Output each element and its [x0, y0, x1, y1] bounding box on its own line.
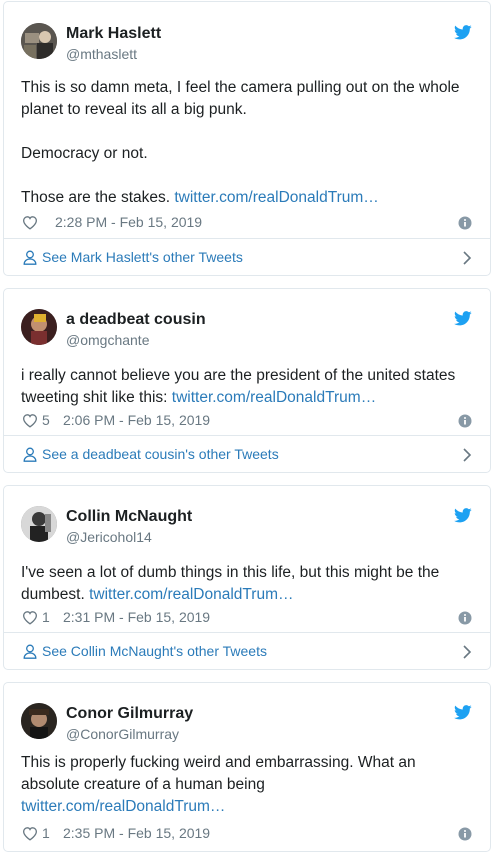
info-icon[interactable]	[458, 827, 472, 841]
like-count: 1	[42, 825, 50, 841]
chevron-right-icon[interactable]	[462, 644, 472, 660]
tweet-card: a deadbeat cousin @omgchante i really ca…	[3, 288, 491, 473]
tweet[interactable]: a deadbeat cousin @omgchante i really ca…	[4, 289, 490, 433]
avatar[interactable]	[21, 506, 57, 542]
tweet-text: I've seen a lot of dumb things in this l…	[21, 562, 472, 606]
person-icon	[23, 644, 37, 659]
tweet-paragraph: This is properly fucking weird and embar…	[21, 752, 472, 818]
tweet-meta: 2:28 PM - Feb 15, 2019	[21, 213, 472, 235]
tweet-link[interactable]: twitter.com/realDonaldTrum…	[21, 798, 225, 815]
tweet-card: Collin McNaught @Jericohol14 I've seen a…	[3, 485, 491, 670]
tweet-feed: Mark Haslett @mthaslett This is so damn …	[0, 0, 494, 857]
tweet-paragraph-text: This is properly fucking weird and embar…	[21, 754, 416, 793]
tweet-paragraph: I've seen a lot of dumb things in this l…	[21, 562, 472, 606]
tweet[interactable]: Conor Gilmurray @ConorGilmurray This is …	[4, 683, 490, 846]
tweet-link[interactable]: twitter.com/realDonaldTrum…	[174, 189, 378, 206]
avatar[interactable]	[21, 309, 57, 345]
tweet-link[interactable]: twitter.com/realDonaldTrum…	[89, 586, 293, 603]
heart-icon[interactable]	[22, 413, 38, 428]
tweet[interactable]: Collin McNaught @Jericohol14 I've seen a…	[4, 486, 490, 630]
tweet-card: Conor Gilmurray @ConorGilmurray This is …	[3, 682, 491, 852]
timestamp[interactable]: 2:06 PM - Feb 15, 2019	[63, 412, 210, 428]
heart-icon[interactable]	[22, 826, 38, 841]
tweet-header: a deadbeat cousin @omgchante	[21, 309, 472, 365]
tweet-text: This is properly fucking weird and embar…	[21, 752, 472, 818]
tweet-header: Mark Haslett @mthaslett	[21, 23, 472, 77]
tweet-text: i really cannot believe you are the pres…	[21, 365, 472, 409]
twitter-bird-icon[interactable]	[454, 25, 472, 40]
info-icon[interactable]	[458, 611, 472, 625]
heart-icon[interactable]	[22, 215, 38, 230]
avatar[interactable]	[21, 703, 57, 739]
timestamp[interactable]: 2:31 PM - Feb 15, 2019	[63, 609, 210, 625]
heart-icon[interactable]	[22, 610, 38, 625]
other-tweets-bar[interactable]: See Collin McNaught's other Tweets	[4, 632, 490, 669]
display-name[interactable]: Conor Gilmurray	[66, 705, 193, 723]
other-tweets-link[interactable]: See Mark Haslett's other Tweets	[42, 249, 243, 265]
like-count: 1	[42, 609, 50, 625]
tweet-meta: 1 2:31 PM - Feb 15, 2019	[21, 608, 472, 630]
tweet[interactable]: Mark Haslett @mthaslett This is so damn …	[4, 2, 490, 235]
person-icon	[23, 250, 37, 265]
tweet-meta: 1 2:35 PM - Feb 15, 2019	[21, 824, 472, 846]
like-count: 5	[42, 412, 50, 428]
tweet-card: Mark Haslett @mthaslett This is so damn …	[3, 1, 491, 276]
chevron-right-icon[interactable]	[462, 250, 472, 266]
tweet-meta: 5 2:06 PM - Feb 15, 2019	[21, 411, 472, 433]
twitter-bird-icon[interactable]	[454, 508, 472, 523]
tweet-paragraph: Democracy or not.	[21, 145, 148, 162]
tweet-text: This is so damn meta, I feel the camera …	[21, 77, 472, 209]
tweet-paragraph: Those are the stakes. twitter.com/realDo…	[21, 187, 472, 209]
person-icon	[23, 447, 37, 462]
user-handle[interactable]: @ConorGilmurray	[66, 726, 179, 742]
twitter-bird-icon[interactable]	[454, 705, 472, 720]
tweet-header: Collin McNaught @Jericohol14	[21, 506, 472, 562]
avatar[interactable]	[21, 23, 57, 59]
chevron-right-icon[interactable]	[462, 447, 472, 463]
info-icon[interactable]	[458, 216, 472, 230]
tweet-paragraph: This is so damn meta, I feel the camera …	[21, 79, 460, 118]
user-handle[interactable]: @omgchante	[66, 332, 149, 348]
twitter-bird-icon[interactable]	[454, 311, 472, 326]
timestamp[interactable]: 2:35 PM - Feb 15, 2019	[63, 825, 210, 841]
info-icon[interactable]	[458, 414, 472, 428]
display-name[interactable]: a deadbeat cousin	[66, 311, 206, 329]
other-tweets-link[interactable]: See a deadbeat cousin's other Tweets	[42, 446, 279, 462]
other-tweets-bar[interactable]: See Mark Haslett's other Tweets	[4, 238, 490, 275]
user-handle[interactable]: @mthaslett	[66, 46, 137, 62]
display-name[interactable]: Collin McNaught	[66, 508, 192, 526]
display-name[interactable]: Mark Haslett	[66, 25, 161, 43]
other-tweets-link[interactable]: See Collin McNaught's other Tweets	[42, 643, 267, 659]
other-tweets-bar[interactable]: See a deadbeat cousin's other Tweets	[4, 435, 490, 472]
tweet-link[interactable]: twitter.com/realDonaldTrum…	[172, 389, 376, 406]
timestamp[interactable]: 2:28 PM - Feb 15, 2019	[55, 214, 202, 230]
tweet-paragraph: i really cannot believe you are the pres…	[21, 365, 472, 409]
tweet-paragraph-text: Those are the stakes.	[21, 189, 175, 206]
user-handle[interactable]: @Jericohol14	[66, 529, 152, 545]
tweet-header: Conor Gilmurray @ConorGilmurray	[21, 703, 472, 752]
